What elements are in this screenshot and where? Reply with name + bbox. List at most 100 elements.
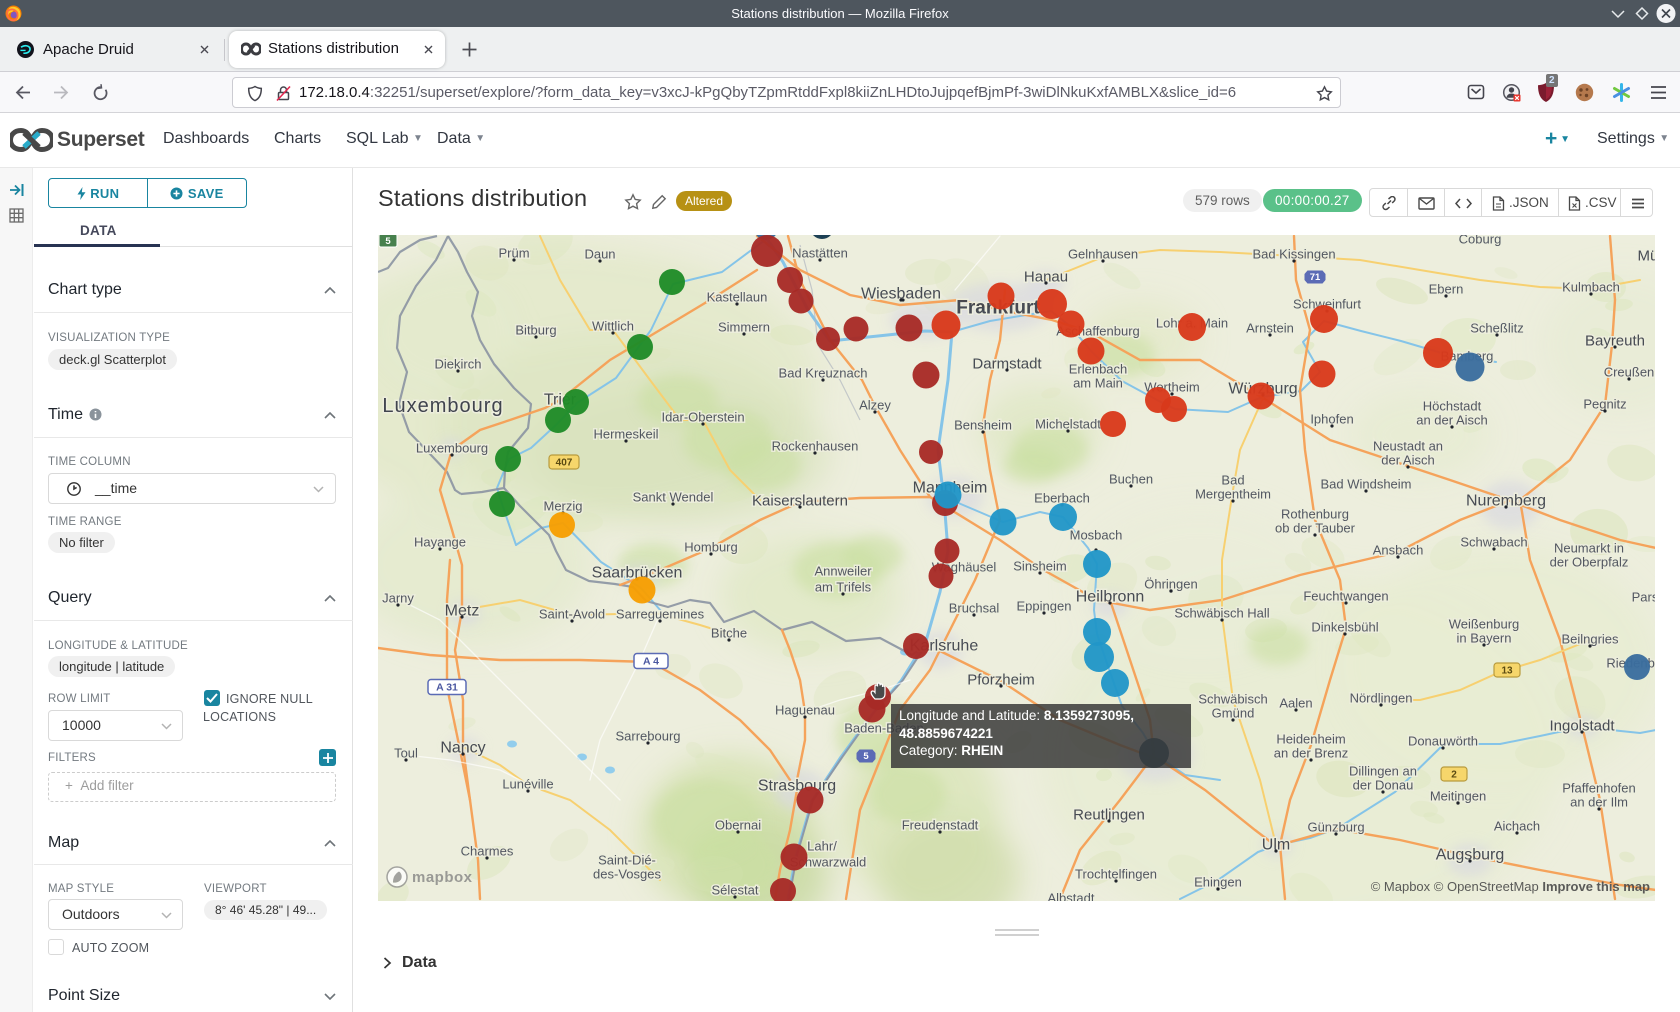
svg-text:Kastellaun: Kastellaun xyxy=(707,290,768,305)
svg-text:© Mapbox © OpenStreetMap Impro: © Mapbox © OpenStreetMap Improve this ma… xyxy=(1371,879,1650,894)
svg-text:Wittlich: Wittlich xyxy=(592,319,634,334)
svg-text:Strasbourg: Strasbourg xyxy=(758,778,836,795)
svg-text:5: 5 xyxy=(385,236,391,247)
svg-text:A 4: A 4 xyxy=(643,656,659,668)
svg-text:Mergentheim: Mergentheim xyxy=(1195,487,1271,502)
svg-text:Iphofen: Iphofen xyxy=(1310,412,1353,427)
svg-text:Saint-Dié-: Saint-Dié- xyxy=(598,853,656,868)
svg-text:Neustadt an: Neustadt an xyxy=(1373,439,1443,454)
svg-text:Donauwörth: Donauwörth xyxy=(1408,734,1478,749)
svg-text:Sarreguemines: Sarreguemines xyxy=(616,607,705,622)
svg-text:an der Aisch: an der Aisch xyxy=(1416,413,1488,428)
svg-text:Pfaffenhofen: Pfaffenhofen xyxy=(1562,781,1636,796)
svg-text:Nördlingen: Nördlingen xyxy=(1350,691,1413,706)
svg-text:Sankt Wendel: Sankt Wendel xyxy=(633,490,714,505)
svg-text:Category: RHEIN: Category: RHEIN xyxy=(899,743,1003,758)
svg-text:des-Vosges: des-Vosges xyxy=(593,867,661,882)
svg-text:Homburg: Homburg xyxy=(684,540,737,555)
svg-text:der Aisch: der Aisch xyxy=(1381,453,1434,468)
svg-text:Parsberg: Parsberg xyxy=(1632,590,1655,605)
svg-text:Günzburg: Günzburg xyxy=(1307,820,1364,835)
svg-text:Bitburg: Bitburg xyxy=(515,323,556,338)
svg-text:Diekirch: Diekirch xyxy=(435,357,482,372)
svg-text:Merzig: Merzig xyxy=(543,499,582,514)
svg-text:am Trifels: am Trifels xyxy=(815,580,872,595)
svg-text:Simmern: Simmern xyxy=(718,320,770,335)
svg-text:Jarny: Jarny xyxy=(382,591,414,606)
svg-text:Bitche: Bitche xyxy=(711,626,747,641)
svg-text:Sarrebourg: Sarrebourg xyxy=(615,729,680,744)
svg-text:Bad: Bad xyxy=(1221,473,1244,488)
svg-text:der Oberpfalz: der Oberpfalz xyxy=(1550,555,1629,570)
svg-text:Bad Windsheim: Bad Windsheim xyxy=(1320,477,1411,492)
svg-text:Höchstadt: Höchstadt xyxy=(1423,399,1482,414)
svg-text:Haguenau: Haguenau xyxy=(775,703,835,718)
svg-text:am Main: am Main xyxy=(1073,376,1123,391)
svg-text:Beilngries: Beilngries xyxy=(1561,632,1619,647)
svg-text:2: 2 xyxy=(1451,770,1457,781)
svg-text:Daun: Daun xyxy=(584,247,615,262)
svg-text:Michelstadt: Michelstadt xyxy=(1035,417,1101,432)
svg-text:Scheßlitz: Scheßlitz xyxy=(1470,321,1523,336)
svg-text:Hermeskeil: Hermeskeil xyxy=(593,427,658,442)
svg-text:Ebern: Ebern xyxy=(1429,282,1464,297)
svg-text:Meitingen: Meitingen xyxy=(1430,789,1486,804)
svg-text:Bad Kissingen: Bad Kissingen xyxy=(1252,247,1335,262)
svg-text:Münch: Münch xyxy=(1637,247,1655,264)
svg-text:Charmes: Charmes xyxy=(461,844,514,859)
svg-text:Bensheim: Bensheim xyxy=(954,418,1012,433)
svg-text:Aalen: Aalen xyxy=(1279,696,1312,711)
svg-text:Alzey: Alzey xyxy=(859,398,891,413)
svg-text:71: 71 xyxy=(1310,272,1321,283)
svg-text:Dinkelsbühl: Dinkelsbühl xyxy=(1311,620,1378,635)
svg-text:an der Brenz: an der Brenz xyxy=(1274,746,1348,761)
svg-text:Ansbach: Ansbach xyxy=(1373,543,1424,558)
svg-text:Erlenbach: Erlenbach xyxy=(1069,362,1128,377)
svg-text:Schwäbisch: Schwäbisch xyxy=(1198,692,1267,707)
svg-text:Trochtelfingen: Trochtelfingen xyxy=(1075,867,1157,882)
svg-text:407: 407 xyxy=(556,458,573,469)
svg-text:Ehingen: Ehingen xyxy=(1194,875,1242,890)
svg-text:5: 5 xyxy=(863,751,869,762)
svg-text:Obernai: Obernai xyxy=(715,818,761,833)
svg-text:Rockenhausen: Rockenhausen xyxy=(772,439,859,454)
svg-text:Bad Kreuznach: Bad Kreuznach xyxy=(779,366,868,381)
svg-text:Gmünd: Gmünd xyxy=(1212,706,1255,721)
svg-text:Feuchtwangen: Feuchtwangen xyxy=(1303,589,1388,604)
svg-text:an der Ilm: an der Ilm xyxy=(1570,795,1628,810)
svg-text:der Donau: der Donau xyxy=(1353,778,1414,793)
svg-text:Idar-Oberstein: Idar-Oberstein xyxy=(661,410,744,425)
svg-text:Sélestat: Sélestat xyxy=(712,883,759,898)
svg-text:Buchen: Buchen xyxy=(1109,472,1153,487)
svg-text:mapbox: mapbox xyxy=(412,869,473,886)
svg-text:Freudenstadt: Freudenstadt xyxy=(902,818,979,833)
svg-text:Coburg: Coburg xyxy=(1459,235,1502,247)
svg-text:Annweiler: Annweiler xyxy=(814,564,872,579)
svg-text:13: 13 xyxy=(1501,666,1513,677)
svg-text:ob der Tauber: ob der Tauber xyxy=(1275,521,1356,536)
svg-text:Gelnhausen: Gelnhausen xyxy=(1068,247,1138,262)
svg-text:Aichach: Aichach xyxy=(1494,819,1540,834)
svg-text:Prüm: Prüm xyxy=(498,246,529,261)
svg-text:Saint-Avold: Saint-Avold xyxy=(539,607,605,622)
svg-text:A 31: A 31 xyxy=(436,682,458,694)
svg-text:Nastätten: Nastätten xyxy=(792,246,848,261)
svg-text:Hayange: Hayange xyxy=(414,535,466,550)
svg-text:Luxembourg: Luxembourg xyxy=(416,441,488,456)
svg-text:Lunéville: Lunéville xyxy=(502,777,553,792)
svg-text:Lahr/: Lahr/ xyxy=(807,839,837,854)
svg-text:Sinsheim: Sinsheim xyxy=(1013,559,1066,574)
svg-text:Creußen: Creußen xyxy=(1604,365,1655,380)
svg-text:Heidenheim: Heidenheim xyxy=(1276,732,1345,747)
svg-text:Neumarkt in: Neumarkt in xyxy=(1554,541,1624,556)
svg-text:Longitude and Latitude: 8.1359: Longitude and Latitude: 8.1359273095, xyxy=(899,708,1134,723)
svg-text:Schwäbisch Hall: Schwäbisch Hall xyxy=(1174,606,1269,621)
svg-text:Luxembourg: Luxembourg xyxy=(382,395,503,417)
svg-text:Arnstein: Arnstein xyxy=(1246,321,1294,336)
svg-text:Öhringen: Öhringen xyxy=(1144,577,1197,592)
svg-text:Dillingen an: Dillingen an xyxy=(1349,764,1417,779)
svg-text:Toul: Toul xyxy=(394,746,418,761)
svg-text:in Bayern: in Bayern xyxy=(1457,631,1512,646)
svg-text:Kulmbach: Kulmbach xyxy=(1562,280,1620,295)
svg-text:Pegnitz: Pegnitz xyxy=(1583,397,1626,412)
